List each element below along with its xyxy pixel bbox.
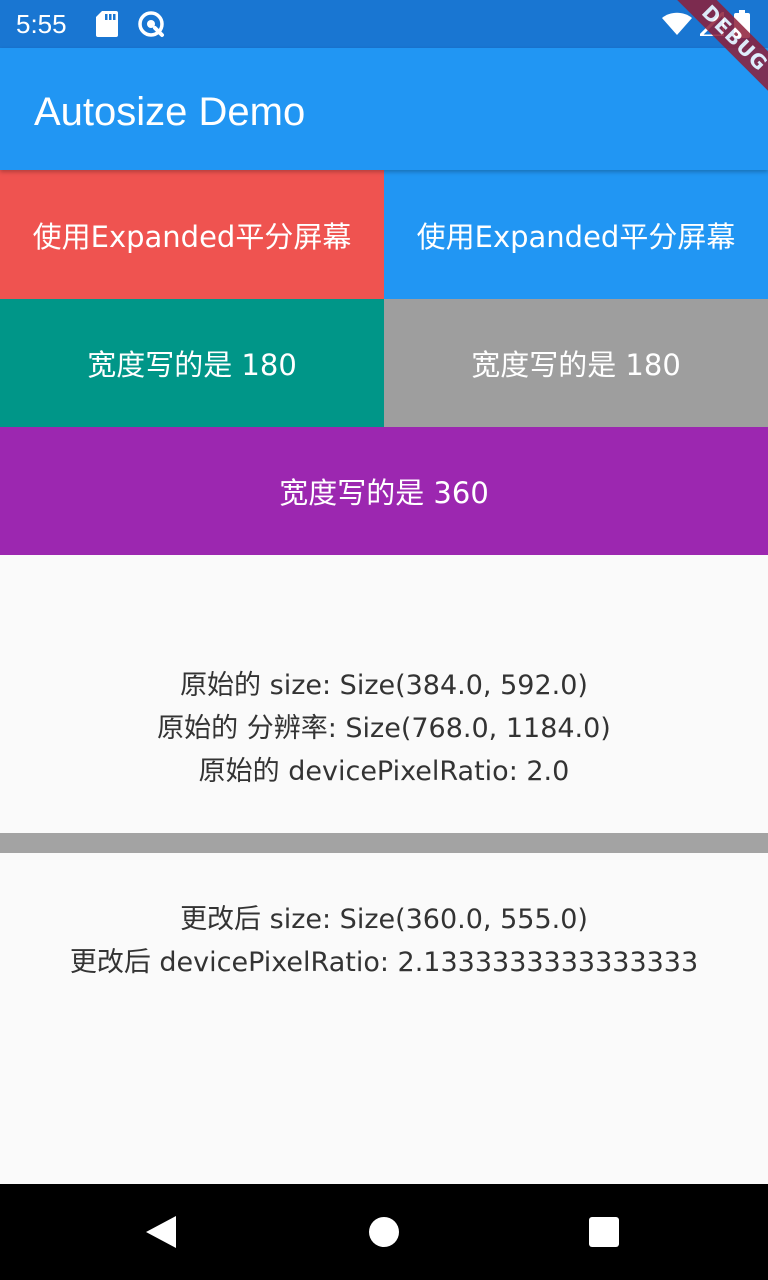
width-360-block: 宽度写的是 360 (0, 427, 768, 555)
data-saver-icon (138, 11, 164, 37)
original-pixel-ratio-text: 原始的 devicePixelRatio: 2.0 (198, 756, 570, 787)
battery-icon (734, 10, 750, 38)
home-icon[interactable] (368, 1216, 400, 1248)
status-time: 5:55 (16, 9, 67, 39)
original-info: 原始的 size: Size(384.0, 592.0) 原始的 分辨率: Si… (0, 664, 768, 793)
wifi-icon (662, 12, 692, 35)
expanded-block-left: 使用Expanded平分屏幕 (0, 170, 384, 299)
original-resolution-text: 原始的 分辨率: Size(768.0, 1184.0) (157, 713, 611, 744)
width-180-block-right: 宽度写的是 180 (384, 299, 768, 427)
changed-pixel-ratio-text: 更改后 devicePixelRatio: 2.1333333333333333 (69, 947, 699, 978)
app-bar: Autosize Demo (0, 48, 768, 170)
changed-size-text: 更改后 size: Size(360.0, 555.0) (180, 904, 588, 935)
navigation-bar (0, 1184, 768, 1280)
signal-icon (700, 12, 724, 36)
changed-info: 更改后 size: Size(360.0, 555.0) 更改后 deviceP… (0, 898, 768, 984)
expanded-block-right: 使用Expanded平分屏幕 (384, 170, 768, 299)
width-180-block-left: 宽度写的是 180 (0, 299, 384, 427)
back-icon[interactable] (144, 1214, 180, 1250)
status-bar: 5:55 (0, 0, 768, 48)
sd-card-icon (96, 11, 118, 37)
divider (0, 833, 768, 853)
app-title: Autosize Demo (34, 90, 306, 134)
recents-icon[interactable] (589, 1217, 619, 1247)
original-size-text: 原始的 size: Size(384.0, 592.0) (180, 670, 588, 701)
